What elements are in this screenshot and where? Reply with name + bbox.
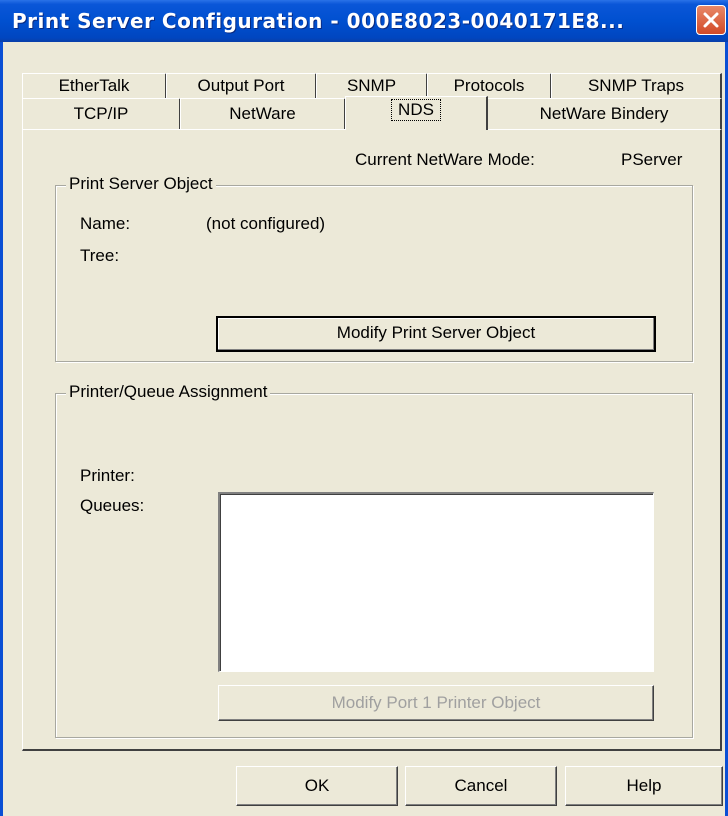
queues-label: Queues:: [80, 496, 145, 515]
print-server-object-legend: Print Server Object: [66, 174, 216, 194]
tab-netware-bindery[interactable]: NetWare Bindery: [487, 98, 722, 130]
nds-tab-panel: Current NetWare Mode: PServer Print Serv…: [22, 129, 722, 751]
tab-netware[interactable]: NetWare: [180, 98, 346, 130]
tab-output-port[interactable]: Output Port: [166, 73, 317, 99]
cancel-button[interactable]: Cancel: [405, 766, 557, 806]
tab-snmp-traps[interactable]: SNMP Traps: [551, 73, 722, 99]
help-button[interactable]: Help: [565, 766, 723, 806]
window-title: Print Server Configuration - 000E8023-00…: [12, 9, 625, 33]
modify-print-server-object-button[interactable]: Modify Print Server Object: [216, 316, 656, 352]
title-bar[interactable]: Print Server Configuration - 000E8023-00…: [0, 0, 728, 42]
ok-button[interactable]: OK: [236, 766, 398, 806]
print-server-object-group: Print Server Object Name: (not configure…: [55, 174, 693, 362]
name-label: Name:: [80, 214, 131, 233]
name-value: (not configured): [206, 214, 326, 233]
printer-queue-assignment-legend: Printer/Queue Assignment: [66, 382, 271, 402]
close-icon: [703, 12, 719, 28]
queues-listbox[interactable]: [218, 492, 654, 672]
modify-port-printer-object-button: Modify Port 1 Printer Object: [218, 685, 654, 721]
tree-label: Tree:: [80, 246, 120, 265]
mode-value: PServer: [621, 150, 683, 169]
tab-nds[interactable]: NDS: [345, 96, 488, 130]
mode-label: Current NetWare Mode:: [355, 150, 535, 169]
printer-label: Printer:: [80, 466, 135, 485]
tab-ethertalk[interactable]: EtherTalk: [22, 73, 167, 99]
window-frame-left: [0, 42, 3, 816]
tab-tcpip[interactable]: TCP/IP: [22, 98, 181, 130]
printer-queue-assignment-group: Printer/Queue Assignment Printer: Queues…: [55, 382, 693, 738]
close-button[interactable]: [696, 5, 726, 35]
